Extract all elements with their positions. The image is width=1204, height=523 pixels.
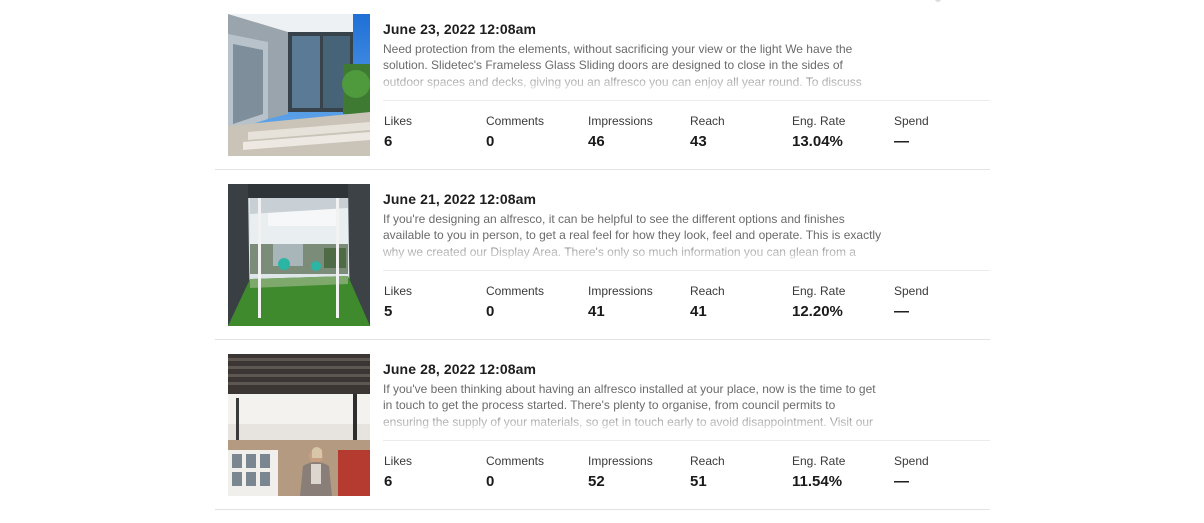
metric-value: 0 — [486, 133, 495, 150]
metric-value: 0 — [486, 473, 495, 490]
metric-spend: Spend — — [894, 454, 994, 491]
metric-label: Reach — [690, 454, 725, 468]
metric-value: 6 — [384, 473, 393, 490]
metric-label: Eng. Rate — [792, 454, 846, 468]
divider — [383, 100, 990, 101]
metric-label: Impressions — [588, 284, 653, 298]
metric-value: 46 — [588, 133, 605, 150]
metric-eng-rate: Eng. Rate 12.20% — [792, 284, 892, 321]
metric-value: — — [894, 303, 909, 320]
post-card[interactable]: June 21, 2022 12:08am If you're designin… — [215, 170, 990, 340]
metric-reach: Reach 51 — [690, 454, 790, 491]
metric-value: — — [894, 133, 909, 150]
metric-comments: Comments 0 — [486, 454, 586, 491]
metric-likes: Likes 5 — [384, 284, 484, 321]
metric-label: Likes — [384, 114, 413, 128]
post-caption: Need protection from the elements, witho… — [383, 42, 862, 91]
metric-label: Comments — [486, 114, 545, 128]
metric-value: 6 — [384, 133, 393, 150]
metric-reach: Reach 43 — [690, 114, 790, 151]
metric-eng-rate: Eng. Rate 13.04% — [792, 114, 892, 151]
metric-likes: Likes 6 — [384, 454, 484, 491]
metric-comments: Comments 0 — [486, 284, 586, 321]
metric-label: Spend — [894, 114, 929, 128]
metric-value: — — [894, 473, 909, 490]
metric-spend: Spend — — [894, 284, 994, 321]
metric-value: 51 — [690, 473, 707, 490]
metric-reach: Reach 41 — [690, 284, 790, 321]
metric-label: Comments — [486, 454, 545, 468]
metric-label: Eng. Rate — [792, 114, 846, 128]
metric-label: Spend — [894, 284, 929, 298]
post-date: June 21, 2022 12:08am — [383, 191, 537, 207]
post-thumbnail[interactable] — [228, 184, 370, 326]
metric-value: 52 — [588, 473, 605, 490]
metric-spend: Spend — — [894, 114, 994, 151]
post-card[interactable]: June 28, 2022 12:08am If you've been thi… — [215, 340, 990, 510]
metric-label: Comments — [486, 284, 545, 298]
divider — [383, 270, 990, 271]
post-metrics: Likes 6 Comments 0 Impressions 52 Reach 51 E… — [383, 454, 990, 494]
metric-impressions: Impressions 52 — [588, 454, 688, 491]
post-thumbnail[interactable] — [228, 14, 370, 156]
metric-value: 41 — [690, 303, 707, 320]
post-caption: If you've been thinking about having an … — [383, 382, 876, 429]
metric-value: 43 — [690, 133, 707, 150]
metric-label: Reach — [690, 284, 725, 298]
post-thumbnail[interactable] — [228, 354, 370, 496]
post-date: June 28, 2022 12:08am — [383, 361, 537, 377]
metric-label: Reach — [690, 114, 725, 128]
post-list: June 23, 2022 12:08am Need protection fr… — [215, 0, 990, 510]
post-metrics: Likes 6 Comments 0 Impressions 46 Reach 43 E… — [383, 114, 990, 154]
metric-label: Spend — [894, 454, 929, 468]
metric-value: 0 — [486, 303, 495, 320]
metric-eng-rate: Eng. Rate 11.54% — [792, 454, 892, 491]
metric-value: 5 — [384, 303, 393, 320]
metric-impressions: Impressions 46 — [588, 114, 688, 151]
metric-value: 11.54% — [792, 473, 843, 490]
metric-value: 13.04% — [792, 133, 843, 150]
divider — [383, 440, 990, 441]
metric-value: 41 — [588, 303, 605, 320]
metric-value: 12.20% — [792, 303, 843, 320]
metric-label: Impressions — [588, 454, 653, 468]
metric-label: Likes — [384, 454, 413, 468]
post-caption: If you're designing an alfresco, it can … — [383, 212, 882, 261]
post-date: June 23, 2022 12:08am — [383, 21, 537, 37]
metric-label: Impressions — [588, 114, 653, 128]
metric-likes: Likes 6 — [384, 114, 484, 151]
metric-impressions: Impressions 41 — [588, 284, 688, 321]
post-metrics: Likes 5 Comments 0 Impressions 41 Reach 41 E… — [383, 284, 990, 324]
metric-comments: Comments 0 — [486, 114, 586, 151]
post-card[interactable]: June 23, 2022 12:08am Need protection fr… — [215, 0, 990, 170]
metric-label: Eng. Rate — [792, 284, 846, 298]
metric-label: Likes — [384, 284, 413, 298]
